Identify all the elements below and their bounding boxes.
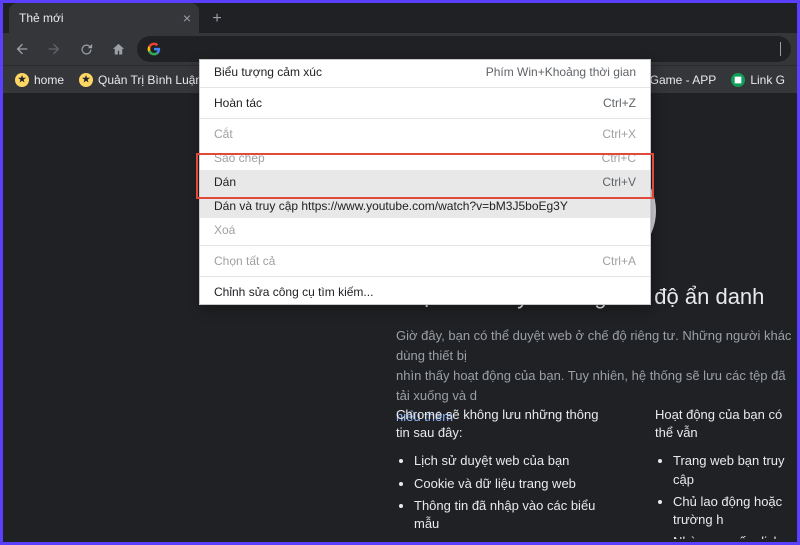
context-menu-item[interactable]: Dán Ctrl+V: [200, 170, 650, 194]
list-item: Trang web bạn truy cập: [673, 452, 794, 488]
bookmark-label: Quản Trị Bình Luận...: [98, 73, 212, 87]
list-item: Nhà cung cấp dịch vụ Intern: [673, 533, 794, 539]
context-menu-item: Cắt Ctrl+X: [200, 122, 650, 146]
new-tab-button[interactable]: +: [205, 7, 229, 31]
menu-item-label: Hoàn tác: [214, 96, 262, 110]
reload-button[interactable]: [73, 36, 99, 62]
google-icon: [147, 42, 161, 56]
context-menu-item: Chọn tất cả Ctrl+A: [200, 249, 650, 273]
back-button[interactable]: [9, 36, 35, 62]
intro-line2: nhìn thấy hoạt động của bạn. Tuy nhiên, …: [396, 368, 786, 403]
bookmark-label: Link G: [750, 73, 785, 87]
context-menu-item[interactable]: Chỉnh sửa công cụ tìm kiếm...: [200, 280, 650, 304]
menu-item-label: Chỉnh sửa công cụ tìm kiếm...: [214, 285, 373, 299]
col1-heading: Chrome sẽ không lưu những thông tin sau …: [396, 406, 605, 442]
menu-item-label: Cắt: [214, 127, 233, 141]
bookmark-home[interactable]: ★ home: [9, 70, 70, 90]
list-item: Chủ lao động hoặc trường h: [673, 493, 794, 529]
menu-separator: [200, 87, 650, 88]
info-col-2: Hoạt động của bạn có thể vẫn Trang web b…: [655, 406, 794, 539]
menu-item-shortcut: Ctrl+C: [602, 151, 636, 165]
menu-item-label: Dán và truy cập https://www.youtube.com/…: [214, 199, 568, 213]
col2-heading: Hoạt động của bạn có thể vẫn: [655, 406, 794, 442]
menu-item-label: Chọn tất cả: [214, 254, 275, 268]
close-icon[interactable]: ×: [183, 10, 191, 26]
context-menu-item[interactable]: Biểu tượng cảm xúc Phím Win+Khoảng thời g…: [200, 60, 650, 84]
sheets-icon: [731, 73, 745, 87]
menu-separator: [200, 118, 650, 119]
menu-item-shortcut: Ctrl+X: [602, 127, 636, 141]
menu-item-label: Biểu tượng cảm xúc: [214, 65, 322, 79]
arrow-right-icon: [46, 41, 62, 57]
star-icon: ★: [15, 73, 29, 87]
menu-item-shortcut: Phím Win+Khoảng thời gian: [486, 65, 636, 79]
tab-title: Thẻ mới: [19, 11, 64, 25]
list-item: Cookie và dữ liệu trang web: [414, 475, 605, 493]
list-item: Thông tin đã nhập vào các biểu mẫu: [414, 497, 605, 533]
context-menu-item[interactable]: Hoàn tác Ctrl+Z: [200, 91, 650, 115]
bookmark-quantri[interactable]: ★ Quản Trị Bình Luận...: [73, 70, 218, 90]
tab-current[interactable]: Thẻ mới ×: [9, 3, 199, 33]
menu-item-label: Sao chép: [214, 151, 265, 165]
context-menu: Biểu tượng cảm xúc Phím Win+Khoảng thời g…: [199, 59, 651, 305]
forward-button[interactable]: [41, 36, 67, 62]
info-col-1: Chrome sẽ không lưu những thông tin sau …: [396, 406, 605, 539]
address-input[interactable]: [169, 42, 772, 57]
arrow-left-icon: [14, 41, 30, 57]
menu-item-shortcut: Ctrl+Z: [603, 96, 636, 110]
menu-item-shortcut: Ctrl+A: [602, 254, 636, 268]
bookmark-label: Game - APP: [650, 73, 717, 87]
context-menu-item[interactable]: Dán và truy cập https://www.youtube.com/…: [200, 194, 650, 218]
caret-indicator: [780, 42, 781, 56]
tab-bar: Thẻ mới × +: [3, 3, 797, 33]
menu-separator: [200, 245, 650, 246]
star-icon: ★: [79, 73, 93, 87]
home-icon: [111, 42, 126, 57]
reload-icon: [79, 42, 94, 57]
bookmark-label: home: [34, 73, 64, 87]
menu-item-shortcut: Ctrl+V: [602, 175, 636, 189]
menu-item-label: Xoá: [214, 223, 235, 237]
list-item: Lịch sử duyệt web của bạn: [414, 452, 605, 470]
context-menu-item: Xoá: [200, 218, 650, 242]
home-button[interactable]: [105, 36, 131, 62]
menu-item-label: Dán: [214, 175, 236, 189]
info-columns: Chrome sẽ không lưu những thông tin sau …: [396, 406, 794, 539]
intro-line1: Giờ đây, bạn có thể duyệt web ở chế độ r…: [396, 328, 791, 363]
context-menu-item: Sao chép Ctrl+C: [200, 146, 650, 170]
bookmark-link[interactable]: Link G: [725, 70, 791, 90]
browser-window: Thẻ mới × + ★: [0, 0, 800, 545]
menu-separator: [200, 276, 650, 277]
